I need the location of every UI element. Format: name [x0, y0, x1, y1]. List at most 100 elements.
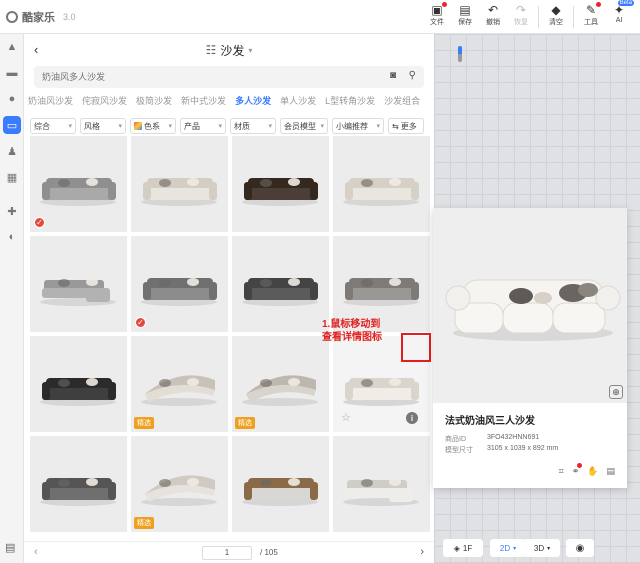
toolbar-label: 保存 [458, 19, 472, 26]
prev-page-icon[interactable]: ‹ [34, 546, 38, 558]
app-logo[interactable]: 酷家乐 3.0 [6, 9, 76, 25]
sofa-thumbnail-image [40, 478, 116, 506]
product-card[interactable] [232, 136, 329, 232]
filter-dropdown[interactable]: 风格 ▾ [80, 118, 126, 134]
toolbar-redo-button[interactable]: ↷ 恢复 [510, 3, 532, 28]
product-card[interactable] [232, 436, 329, 532]
category-tab[interactable]: 极简沙发 [136, 94, 172, 110]
app-name: 酷家乐 [22, 12, 55, 24]
highlight-box [401, 333, 431, 362]
product-title: 法式奶油风三人沙发 [445, 416, 535, 427]
category-tab[interactable]: 多人沙发 [235, 94, 271, 110]
toolbar-label: 恢复 [514, 19, 528, 26]
category-tab[interactable]: 奶油风沙发 [28, 94, 73, 110]
dislike-icon[interactable]: ✋ [587, 466, 598, 477]
view-2d-toggle[interactable]: 2D ▾ [490, 539, 526, 557]
panel-title[interactable]: ☷ 沙发 ▾ [206, 42, 253, 59]
rail-settings-icon[interactable]: ▤ [5, 541, 15, 554]
category-tab[interactable]: 沙发组合 [384, 94, 420, 110]
product-card[interactable]: ✓ [30, 136, 127, 232]
favorite-star-icon[interactable]: ☆ [341, 411, 351, 424]
category-tab[interactable]: 新中式沙发 [181, 94, 226, 110]
toolbar-separator [573, 6, 574, 28]
category-tab[interactable]: 单人沙发 [280, 94, 316, 110]
tutorial-annotation: 1.鼠标移动到 查看详情图标 [322, 318, 382, 344]
visibility-button[interactable]: ◉ [566, 539, 594, 557]
camera-search-icon[interactable]: ◙ [390, 70, 396, 81]
toolbar-actions: ▣ 文件 ▤ 保存 ↶ 撤销 ↷ 恢复 ◆ 清空 ✎ 工具 ✦ Beta AI [426, 0, 634, 28]
zoom-icon[interactable]: ⊕ [609, 385, 623, 399]
rail-puzzle-icon[interactable]: ✚ [0, 198, 24, 224]
document-icon[interactable]: ▤ [606, 466, 615, 477]
filter-label: 色系 [144, 121, 160, 131]
view-2d-label: 2D [499, 543, 511, 553]
compass-icon[interactable] [458, 46, 462, 62]
product-card[interactable]: ✓ [131, 236, 228, 332]
product-size-value: 3105 x 1039 x 892 mm [487, 445, 559, 452]
category-tab[interactable]: L型转角沙发 [325, 94, 375, 110]
page-input[interactable]: 1 [202, 546, 252, 560]
toolbar-eraser-button[interactable]: ◆ 清空 [545, 3, 567, 28]
sofa-thumbnail-image [40, 278, 116, 306]
product-card[interactable] [333, 136, 430, 232]
product-preview-image: ⊕ [433, 208, 627, 403]
product-card[interactable] [232, 236, 329, 332]
filter-icon: ⇆ [392, 121, 399, 131]
filter-dropdown[interactable]: ⇆ 更多 [388, 118, 424, 134]
product-card[interactable] [30, 436, 127, 532]
rail-hardware-icon[interactable]: ▬ [0, 60, 24, 86]
toolbar-ai-button[interactable]: ✦ Beta AI [608, 0, 634, 28]
rail-cabinet-icon[interactable]: ▦ [0, 164, 24, 190]
product-size-row: 模型尺寸 3105 x 1039 x 892 mm [445, 445, 558, 455]
toolbar-file-button[interactable]: ▣ 文件 [426, 2, 448, 28]
rail-ai-icon[interactable]: ◐ [0, 224, 24, 250]
filter-dropdown[interactable]: 小编推荐 ▾ [332, 118, 384, 134]
toolbar-label: AI [615, 17, 623, 24]
filter-bar: 综合 ▾ 风格 ▾ 色系 ▾ 产品 ▾ 材质 ▾ 会员模型 ▾ 小编推荐 ▾ ⇆ 更多 [30, 118, 434, 134]
scan-icon[interactable]: ⌗ [559, 466, 564, 477]
toolbar-save-button[interactable]: ▤ 保存 [454, 3, 476, 28]
featured-tag: 精选 [235, 417, 255, 429]
filter-dropdown[interactable]: 色系 ▾ [130, 118, 176, 134]
toolbar-label: 撤销 [486, 19, 500, 26]
chevron-down-icon: ▾ [248, 45, 253, 55]
filter-label: 材质 [234, 121, 250, 131]
info-icon[interactable]: i [406, 412, 418, 424]
rail-build-icon[interactable]: ▲ [0, 34, 24, 60]
sofa-thumbnail-image [242, 478, 318, 506]
filter-dropdown[interactable]: 会员模型 ▾ [280, 118, 328, 134]
toolbar-wrench-button[interactable]: ✎ 工具 [580, 2, 602, 28]
chevron-down-icon: ▾ [320, 123, 324, 130]
layers-icon: ◈ [453, 543, 460, 553]
product-card[interactable] [131, 136, 228, 232]
category-tab[interactable]: 侘寂风沙发 [82, 94, 127, 110]
eraser-icon: ◆ [551, 3, 561, 17]
product-card[interactable]: 精选 [131, 436, 228, 532]
filter-dropdown[interactable]: 产品 ▾ [180, 118, 226, 134]
product-card[interactable]: 精选 [232, 336, 329, 432]
filter-dropdown[interactable]: 材质 ▾ [230, 118, 276, 134]
filter-label: 小编推荐 [336, 121, 368, 131]
product-card[interactable] [30, 336, 127, 432]
category-tabs: 奶油风沙发侘寂风沙发极简沙发新中式沙发多人沙发单人沙发L型转角沙发沙发组合双人沙… [28, 94, 426, 110]
search-icon[interactable]: ⚲ [409, 70, 416, 81]
rail-furniture-icon[interactable]: ▭ [0, 112, 24, 138]
rail-lighting-icon[interactable]: ● [0, 86, 24, 112]
link-icon[interactable]: ⚭ [572, 463, 583, 477]
product-card[interactable] [30, 236, 127, 332]
product-card[interactable] [333, 436, 430, 532]
toolbar-undo-button[interactable]: ↶ 撤销 [482, 3, 504, 28]
file-icon: ▣ [430, 2, 447, 17]
back-icon[interactable]: ‹ [34, 42, 38, 57]
view-3d-toggle[interactable]: 3D ▾ [524, 539, 560, 557]
product-card[interactable]: 精选 [131, 336, 228, 432]
search-input[interactable] [34, 66, 354, 88]
next-page-icon[interactable]: › [420, 546, 424, 558]
product-size-label: 模型尺寸 [445, 447, 473, 454]
filter-label: 会员模型 [284, 121, 316, 131]
rail-people-icon[interactable]: ♟ [0, 138, 24, 164]
floor-selector[interactable]: ◈ 1F [443, 539, 483, 557]
filter-dropdown[interactable]: 综合 ▾ [30, 118, 76, 134]
search-bar: ◙ ⚲ [34, 66, 424, 88]
sofa-thumbnail-image [242, 278, 318, 306]
